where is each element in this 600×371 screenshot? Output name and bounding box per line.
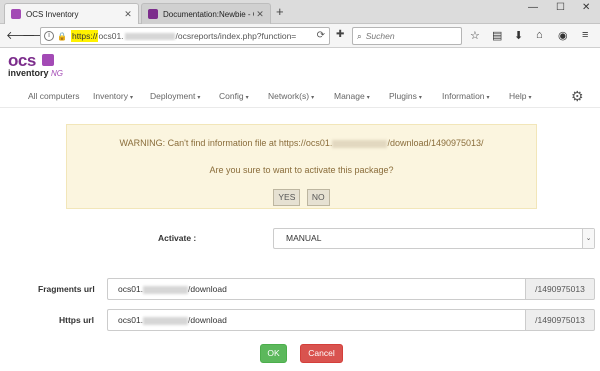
ocs-favicon-icon <box>11 9 21 19</box>
tab-title: OCS Inventory <box>26 9 79 19</box>
redacted-host <box>124 33 175 41</box>
logo-subtitle: inventory NG <box>8 68 64 78</box>
menu-information[interactable]: Information ▾ <box>442 91 490 101</box>
minimize-icon[interactable]: — <box>528 2 538 13</box>
ocs-logo[interactable]: ocs inventory NG <box>8 52 78 79</box>
reading-list-icon[interactable]: ▤ <box>492 29 502 42</box>
redacted-host <box>143 285 189 294</box>
caret-down-icon: ▾ <box>129 95 133 101</box>
redacted-host <box>332 139 388 148</box>
tab-ocs-inventory[interactable]: OCS Inventory ✕ <box>4 3 139 24</box>
fragments-url-addon: /1490975013 <box>525 278 595 300</box>
hamburger-menu-icon[interactable]: ≡ <box>582 29 588 41</box>
activate-label: Activate : <box>158 233 197 243</box>
activate-select[interactable]: MANUAL ⌄ <box>273 228 595 249</box>
main-menu: All computers Inventory ▾ Deployment ▾ Con… <box>0 84 600 108</box>
caret-down-icon: ▾ <box>528 95 532 101</box>
menu-config[interactable]: Config ▾ <box>219 91 249 101</box>
menu-inventory[interactable]: Inventory ▾ <box>93 91 133 101</box>
info-icon[interactable]: i <box>44 31 54 41</box>
https-url-addon: /1490975013 <box>525 309 595 331</box>
browser-nav-bar: 🡐 🡒 i 🔒 https:// ocs01./ocsreports/index… <box>0 24 600 48</box>
menu-help[interactable]: Help ▾ <box>509 91 532 101</box>
caret-down-icon: ▾ <box>366 95 370 101</box>
logo-square-icon <box>42 54 54 66</box>
close-icon[interactable]: ✕ <box>122 9 134 20</box>
ocs-favicon-icon <box>148 9 158 19</box>
pocket-icon[interactable]: ◉ <box>558 29 568 42</box>
warning-buttons: YES NO <box>67 189 536 206</box>
url-protocol: https:// <box>70 30 99 42</box>
menu-plugins[interactable]: Plugins ▾ <box>389 91 422 101</box>
browser-tab-bar: OCS Inventory ✕ Documentation:Newbie - O… <box>0 0 600 24</box>
cancel-button[interactable]: Cancel <box>300 344 343 363</box>
chevron-down-icon[interactable]: ⌄ <box>582 229 594 248</box>
warning-message: WARNING: Can't find information file at … <box>119 138 484 148</box>
maximize-icon[interactable]: ☐ <box>556 2 565 13</box>
ok-button[interactable]: OK <box>260 344 287 363</box>
gear-icon[interactable]: ⚙ <box>571 88 584 105</box>
search-input[interactable]: ⌕ Suchen <box>352 27 462 45</box>
no-button[interactable]: NO <box>306 189 330 206</box>
menu-all-computers[interactable]: All computers <box>28 91 80 101</box>
menu-manage[interactable]: Manage ▾ <box>334 91 370 101</box>
fragments-url-label: Fragments url <box>38 284 95 294</box>
caret-down-icon: ▾ <box>418 95 422 101</box>
close-icon[interactable]: ✕ <box>254 9 266 20</box>
caret-down-icon: ▾ <box>486 95 490 101</box>
url-text: ocs01./ocsreports/index.php?function= <box>98 31 297 41</box>
window-close-icon[interactable]: ✕ <box>582 2 590 13</box>
warning-alert: WARNING: Can't find information file at … <box>66 124 537 209</box>
https-url-group: ocs01./download /1490975013 <box>107 309 595 331</box>
puzzle-icon[interactable]: ✚ <box>336 29 344 40</box>
home-icon[interactable]: ⌂ <box>536 29 543 41</box>
activate-selected-value: MANUAL <box>286 233 322 243</box>
star-icon[interactable]: ☆ <box>470 29 480 42</box>
plus-icon[interactable]: + <box>276 4 284 19</box>
search-placeholder: Suchen <box>365 31 395 41</box>
warning-question: Are you sure to want to activate this pa… <box>209 165 394 175</box>
caret-down-icon: ▾ <box>245 95 249 101</box>
tab-title: Documentation:Newbie - OCS... <box>163 9 254 19</box>
caret-down-icon: ▾ <box>311 95 315 101</box>
menu-deployment[interactable]: Deployment ▾ <box>150 91 200 101</box>
yes-button[interactable]: YES <box>273 189 301 206</box>
tab-documentation[interactable]: Documentation:Newbie - OCS... ✕ <box>141 3 271 24</box>
fragments-url-group: ocs01./download /1490975013 <box>107 278 595 300</box>
download-icon[interactable]: ⬇ <box>514 29 523 42</box>
caret-down-icon: ▾ <box>197 95 201 101</box>
url-bar[interactable]: i 🔒 https:// ocs01./ocsreports/index.php… <box>40 27 330 45</box>
menu-networks[interactable]: Network(s) ▾ <box>268 91 314 101</box>
https-url-input[interactable]: ocs01./download <box>107 309 526 331</box>
https-url-label: Https url <box>59 315 94 325</box>
reload-icon[interactable]: ⟳ <box>317 30 325 41</box>
search-icon: ⌕ <box>357 30 362 41</box>
fragments-url-input[interactable]: ocs01./download <box>107 278 526 300</box>
lock-icon[interactable]: 🔒 <box>57 32 67 41</box>
redacted-host <box>143 316 189 325</box>
